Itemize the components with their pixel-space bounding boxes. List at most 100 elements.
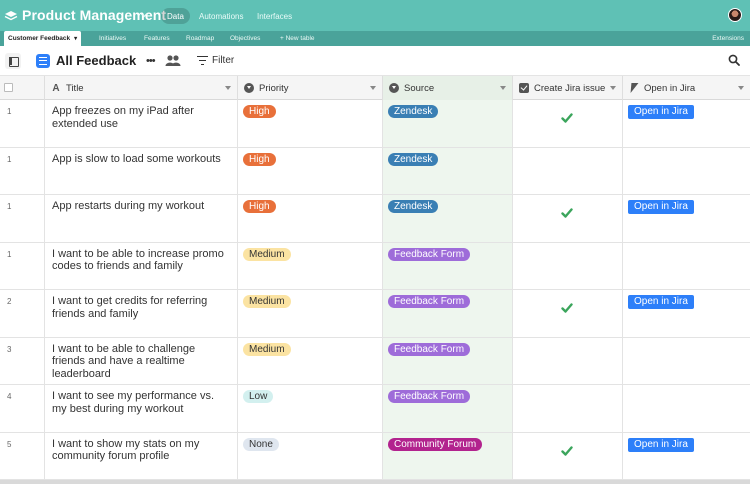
title-cell[interactable]: I want to get credits for referring frie… [45, 290, 238, 337]
chevron-down-icon[interactable] [370, 86, 376, 90]
tab-roadmap[interactable]: Roadmap [182, 31, 218, 46]
grid-view-icon [36, 54, 50, 68]
checkmark-icon[interactable] [561, 445, 573, 457]
row-number: 2 [0, 290, 45, 337]
checkmark-icon[interactable] [561, 302, 573, 314]
nav-data[interactable]: Data [161, 8, 190, 24]
open-jira-cell: Open in Jira [623, 290, 750, 337]
horizontal-scrollbar[interactable] [0, 480, 750, 484]
title-cell[interactable]: I want to show my stats on my community … [45, 432, 238, 479]
chevron-down-icon[interactable] [610, 86, 616, 90]
create-jira-cell[interactable] [513, 432, 623, 479]
open-in-jira-button[interactable]: Open in Jira [628, 105, 694, 119]
records-grid: A Title Priority Source Create Jira issu… [0, 76, 750, 484]
create-jira-cell[interactable] [513, 290, 623, 337]
tab-features[interactable]: Features [140, 31, 174, 46]
chevron-down-icon[interactable] [738, 86, 744, 90]
chevron-down-icon[interactable] [140, 11, 148, 19]
title-cell[interactable]: I want to be able to challenge friends a… [45, 337, 238, 384]
create-jira-cell[interactable] [513, 337, 623, 384]
chevron-down-icon[interactable] [225, 86, 231, 90]
tab-initiatives[interactable]: Initiatives [95, 31, 130, 46]
checkmark-icon[interactable] [561, 112, 573, 124]
priority-cell[interactable]: High [238, 195, 383, 242]
nav-interfaces[interactable]: Interfaces [251, 8, 298, 24]
priority-cell[interactable]: None [238, 432, 383, 479]
column-header-create-jira[interactable]: Create Jira issue [513, 76, 623, 100]
create-jira-cell[interactable] [513, 385, 623, 432]
button-field-icon [629, 83, 639, 93]
column-label: Create Jira issue [534, 82, 606, 94]
tab-customer-feedback[interactable]: Customer Feedback ▾ [4, 31, 82, 46]
table-row[interactable]: 5 I want to show my stats on my communit… [0, 432, 750, 480]
table-row[interactable]: 1 App is slow to load some workouts High… [0, 147, 750, 195]
table-row[interactable]: 1 App restarts during my workout High Ze… [0, 195, 750, 243]
chevron-down-icon[interactable]: ▾ [74, 35, 77, 42]
table-tabs-bar: Customer Feedback ▾ Initiatives Features… [0, 31, 750, 46]
chevron-down-icon[interactable] [500, 86, 506, 90]
create-jira-cell[interactable] [513, 195, 623, 242]
open-jira-cell [623, 243, 750, 290]
title-cell[interactable]: App freezes on my iPad after extended us… [45, 100, 238, 147]
priority-cell[interactable]: High [238, 100, 383, 147]
open-in-jira-button[interactable]: Open in Jira [628, 437, 694, 452]
more-options-icon[interactable]: ••• [146, 55, 156, 67]
create-jira-cell[interactable] [513, 147, 623, 194]
priority-cell[interactable]: Low [238, 385, 383, 432]
checkmark-icon[interactable] [561, 207, 573, 219]
title-cell[interactable]: App is slow to load some workouts [45, 147, 238, 194]
open-jira-cell [623, 148, 750, 195]
text-field-icon: A [52, 82, 60, 94]
sidebar-toggle-icon[interactable] [5, 53, 21, 69]
app-logo-icon[interactable] [4, 8, 18, 22]
source-cell[interactable]: Zendesk [383, 147, 513, 194]
column-header-source[interactable]: Source [383, 76, 513, 100]
column-header-open-jira[interactable]: Open in Jira [623, 76, 750, 100]
search-icon[interactable] [728, 54, 740, 66]
priority-cell[interactable]: Medium [238, 337, 383, 384]
source-cell[interactable]: Feedback Form [383, 385, 513, 432]
source-cell[interactable]: Zendesk [383, 195, 513, 242]
select-all-checkbox[interactable] [4, 83, 13, 92]
row-number: 4 [0, 385, 45, 432]
source-cell[interactable]: Feedback Form [383, 242, 513, 289]
user-avatar[interactable] [728, 8, 742, 22]
title-cell[interactable]: I want to be able to increase promo code… [45, 242, 238, 289]
table-row[interactable]: 1 App freezes on my iPad after extended … [0, 100, 750, 148]
app-header-bar: Product Management Data Automations Inte… [0, 0, 750, 31]
column-header-title[interactable]: A Title [45, 76, 238, 100]
people-icon[interactable] [165, 54, 181, 68]
source-cell[interactable]: Community Forum [383, 432, 513, 479]
open-in-jira-button[interactable]: Open in Jira [628, 295, 694, 309]
source-tag: Feedback Form [388, 390, 471, 403]
source-cell[interactable]: Feedback Form [383, 337, 513, 384]
priority-cell[interactable]: Medium [238, 242, 383, 289]
source-tag: Zendesk [388, 200, 439, 213]
create-jira-cell[interactable] [513, 100, 623, 147]
source-cell[interactable]: Zendesk [383, 100, 513, 147]
tab-objectives[interactable]: Objectives [226, 31, 264, 46]
title-cell[interactable]: I want to see my performance vs. my best… [45, 385, 238, 432]
column-label: Source [404, 82, 435, 94]
extensions-button[interactable]: Extensions [712, 31, 744, 46]
priority-tag: Medium [243, 295, 291, 308]
create-jira-cell[interactable] [513, 242, 623, 289]
priority-tag: High [243, 152, 276, 166]
open-in-jira-button[interactable]: Open in Jira [628, 200, 694, 214]
source-cell[interactable]: Feedback Form [383, 290, 513, 337]
table-row[interactable]: 2 I want to get credits for referring fr… [0, 290, 750, 338]
filter-button[interactable]: Filter [197, 55, 234, 66]
priority-cell[interactable]: High [238, 147, 383, 194]
table-row[interactable]: 1 I want to be able to increase promo co… [0, 242, 750, 290]
column-header-priority[interactable]: Priority [238, 76, 383, 100]
new-table-button[interactable]: + New table [276, 31, 319, 46]
priority-cell[interactable]: Medium [238, 290, 383, 337]
nav-automations[interactable]: Automations [193, 8, 249, 24]
view-name[interactable]: All Feedback [56, 53, 136, 68]
open-jira-cell: Open in Jira [623, 195, 750, 242]
table-row[interactable]: 3 I want to be able to challenge friends… [0, 337, 750, 385]
title-cell[interactable]: App restarts during my workout [45, 195, 238, 242]
row-number: 1 [0, 195, 45, 242]
table-row[interactable]: 4 I want to see my performance vs. my be… [0, 385, 750, 433]
source-tag: Feedback Form [388, 342, 471, 356]
